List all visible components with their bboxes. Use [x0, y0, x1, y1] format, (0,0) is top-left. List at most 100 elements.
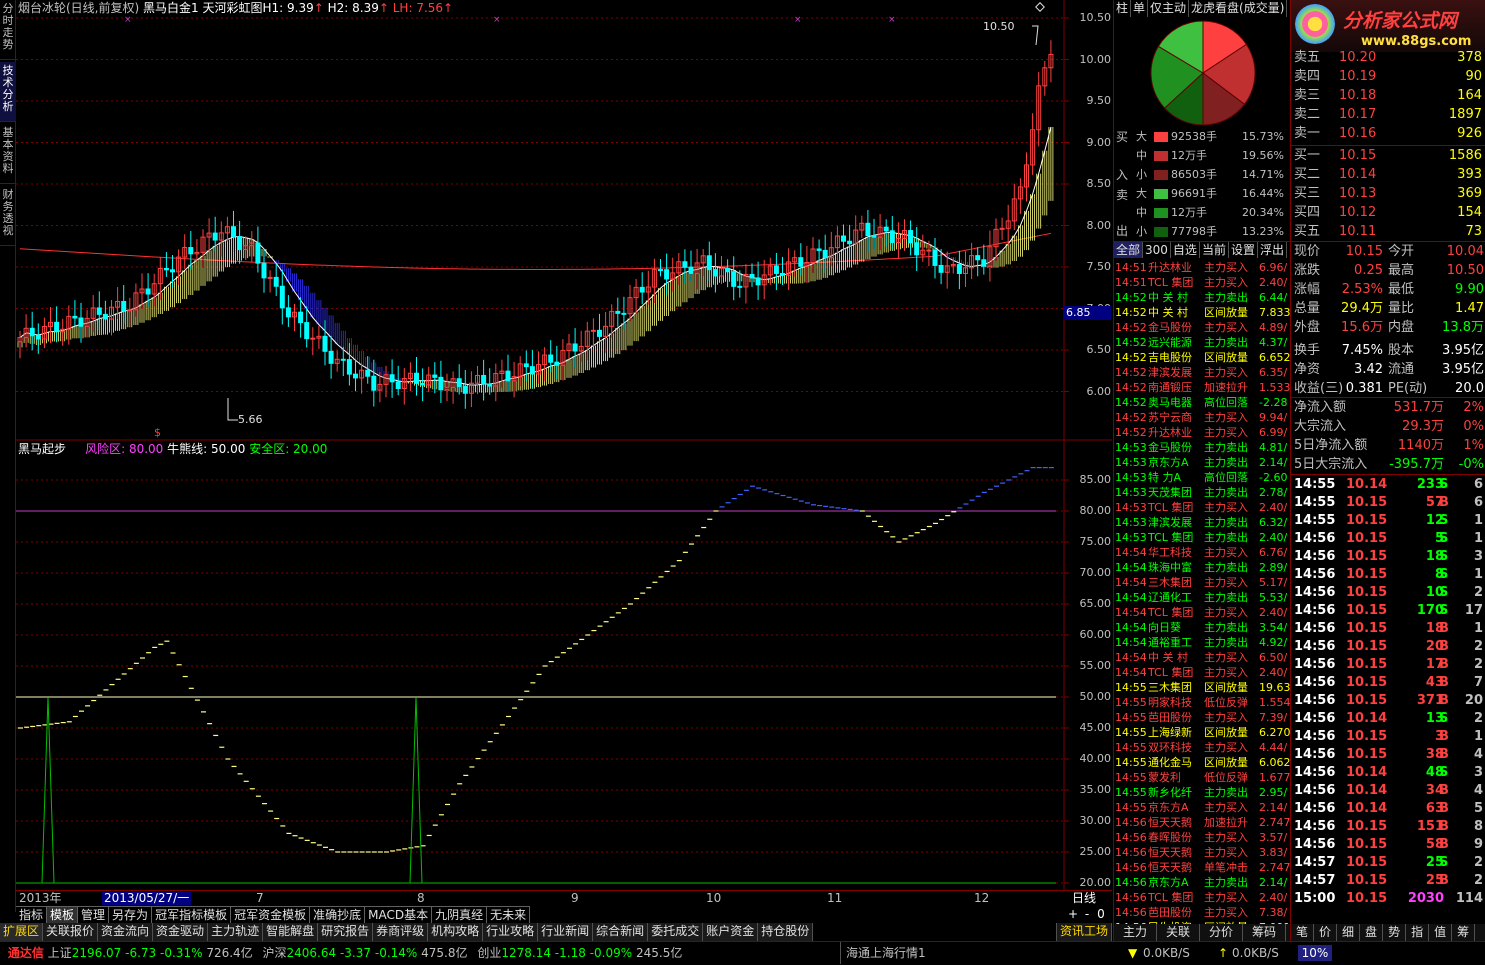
tab-dragon-tiger[interactable]: 龙虎看盘(成交量)	[1189, 0, 1288, 17]
tab-basic-info[interactable]: 基本资料	[0, 124, 16, 184]
filter-tab-3[interactable]: 当前	[1200, 242, 1229, 258]
deal-stock[interactable]: 辽通化工	[1148, 590, 1192, 605]
deal-stock[interactable]: 向日葵	[1148, 620, 1181, 635]
deal-stock[interactable]: 京东方A	[1148, 800, 1189, 815]
ext-tab-8[interactable]: 机构攻略	[428, 923, 484, 941]
deal-stock[interactable]: 金马股份	[1148, 320, 1192, 335]
deal-stock[interactable]: 升达林业	[1148, 425, 1192, 440]
ext-tab-6[interactable]: 研究报告	[318, 923, 374, 941]
deal-stock[interactable]: 通裕重工	[1148, 635, 1192, 650]
deal-stock[interactable]: 奥马电器	[1148, 395, 1192, 410]
deal-stock[interactable]: 京东方A	[1148, 875, 1189, 890]
deal-stock[interactable]: 华工科技	[1148, 545, 1192, 560]
tab-technical[interactable]: 技术分析	[0, 62, 16, 122]
r2-tab-4[interactable]: 势	[1383, 924, 1407, 941]
filter-tab-1[interactable]: 300	[1143, 242, 1171, 258]
ext-tab-11[interactable]: 综合新闻	[593, 923, 649, 941]
r1-tab-0[interactable]: 主力	[1114, 924, 1158, 941]
ext-tab-13[interactable]: 账户资金	[703, 923, 759, 941]
sz-index-name[interactable]: 沪深	[263, 946, 287, 960]
deal-stock[interactable]: 恒天天鹅	[1148, 845, 1192, 860]
deal-stock[interactable]: 上海绿新	[1148, 725, 1192, 740]
r2-tab-2[interactable]: 细	[1337, 924, 1361, 941]
toolbar-no-future[interactable]: 无未来	[487, 906, 531, 923]
deal-stock[interactable]: 津滨发展	[1148, 365, 1192, 380]
deal-stock[interactable]: 蒙发利	[1148, 770, 1181, 785]
ext-tab-0[interactable]: 扩展区	[0, 923, 44, 941]
deal-stock[interactable]: 京东方A	[1148, 455, 1189, 470]
r1-tab-1[interactable]: 关联	[1157, 924, 1201, 941]
deal-stock[interactable]: 恒天天鹅	[1148, 815, 1192, 830]
zoom-out-button[interactable]: -	[1080, 906, 1094, 923]
ext-tab-3[interactable]: 资金驱动	[153, 923, 209, 941]
deal-stock[interactable]: 芭田股份	[1148, 905, 1192, 920]
deal-stock[interactable]: 中 关 村	[1148, 305, 1188, 320]
toolbar-save-as[interactable]: 另存为	[109, 906, 153, 923]
tab-time-share[interactable]: 分时走势	[0, 0, 16, 60]
ext-tab-14[interactable]: 持仓股份	[758, 923, 814, 941]
deal-stock[interactable]: TCL 集团	[1148, 665, 1193, 680]
filter-tab-0[interactable]: 全部	[1114, 242, 1144, 258]
r2-tab-3[interactable]: 盘	[1360, 924, 1384, 941]
r2-tab-6[interactable]: 值	[1429, 924, 1453, 941]
tab-order[interactable]: 单	[1131, 0, 1149, 17]
toolbar-jiuyin[interactable]: 九阴真经	[432, 906, 488, 923]
ext-tab-1[interactable]: 关联报价	[43, 923, 99, 941]
deal-stock[interactable]: TCL 集团	[1148, 500, 1193, 515]
deal-stock[interactable]: 天茂集团	[1148, 485, 1192, 500]
filter-tab-2[interactable]: 自选	[1171, 242, 1200, 258]
r2-tab-5[interactable]: 指	[1406, 924, 1430, 941]
r2-tab-7[interactable]: 筹	[1452, 924, 1476, 941]
deal-stock[interactable]: 金马股份	[1148, 440, 1192, 455]
deal-stock[interactable]: 明家科技	[1148, 695, 1192, 710]
ext-tab-4[interactable]: 主力轨迹	[208, 923, 264, 941]
toolbar-manage[interactable]: 管理	[78, 906, 110, 923]
ext-tab-7[interactable]: 券商评级	[373, 923, 429, 941]
deal-stock[interactable]: 三木集团	[1148, 680, 1192, 695]
deal-stock[interactable]: 芭田股份	[1148, 710, 1192, 725]
deal-stock[interactable]: 中 关 村	[1148, 650, 1188, 665]
toolbar-champ-capital[interactable]: 冠军资金模板	[231, 906, 311, 923]
r2-tab-0[interactable]: 笔	[1291, 924, 1315, 941]
deal-stock[interactable]: TCL 集团	[1148, 605, 1193, 620]
deal-stock[interactable]: 双环科技	[1148, 740, 1192, 755]
deal-stock[interactable]: 升达林业	[1148, 260, 1192, 275]
period-label[interactable]: 日线	[1072, 892, 1096, 905]
r2-tab-1[interactable]: 价	[1314, 924, 1338, 941]
deal-stock[interactable]: 南通锻压	[1148, 380, 1192, 395]
zoom-in-button[interactable]: +	[1066, 906, 1080, 923]
deal-stock[interactable]: 津滨发展	[1148, 515, 1192, 530]
deal-stock[interactable]: 三木集团	[1148, 575, 1192, 590]
tab-active-only[interactable]: 仅主动	[1148, 0, 1190, 17]
deal-stock[interactable]: 中 关 村	[1148, 290, 1188, 305]
deal-stock[interactable]: 恒天天鹅	[1148, 860, 1192, 875]
deal-stock[interactable]: 珠海中富	[1148, 560, 1192, 575]
info-workshop-tab[interactable]: 资讯工场	[1055, 923, 1112, 941]
deal-stock[interactable]: 春晖股份	[1148, 830, 1192, 845]
deal-stock[interactable]: 新乡化纤	[1148, 785, 1192, 800]
tab-finance[interactable]: 财务透视	[0, 186, 16, 246]
deal-stock[interactable]: 通化金马	[1148, 755, 1192, 770]
deal-stock[interactable]: TCL 集团	[1148, 275, 1193, 290]
filter-tab-5[interactable]: 浮出	[1258, 242, 1287, 258]
cy-index-name[interactable]: 创业	[477, 946, 501, 960]
filter-tab-4[interactable]: 设置	[1229, 242, 1258, 258]
tab-bar[interactable]: 柱	[1114, 0, 1132, 17]
ext-tab-9[interactable]: 行业攻略	[483, 923, 539, 941]
sh-index-name[interactable]: 上证	[48, 946, 72, 960]
ext-tab-10[interactable]: 行业新闻	[538, 923, 594, 941]
r1-tab-3[interactable]: 筹码	[1243, 924, 1287, 941]
deal-stock[interactable]: 苏宁云商	[1148, 410, 1192, 425]
toolbar-template[interactable]: 模板	[47, 906, 79, 923]
ext-tab-2[interactable]: 资金流向	[98, 923, 154, 941]
toolbar-indicator[interactable]: 指标	[16, 906, 48, 923]
toolbar-champ-indicator[interactable]: 冠军指标模板	[152, 906, 232, 923]
deal-stock[interactable]: 特 力A	[1148, 470, 1181, 485]
toolbar-bottom-pick[interactable]: 准确抄底	[310, 906, 366, 923]
ext-tab-12[interactable]: 委托成交	[648, 923, 704, 941]
deal-stock[interactable]: TCL 集团	[1148, 890, 1193, 905]
ext-tab-5[interactable]: 智能解盘	[263, 923, 319, 941]
deal-stock[interactable]: 吉电股份	[1148, 350, 1192, 365]
deal-stock[interactable]: 远兴能源	[1148, 335, 1192, 350]
deal-stock[interactable]: TCL 集团	[1148, 530, 1193, 545]
